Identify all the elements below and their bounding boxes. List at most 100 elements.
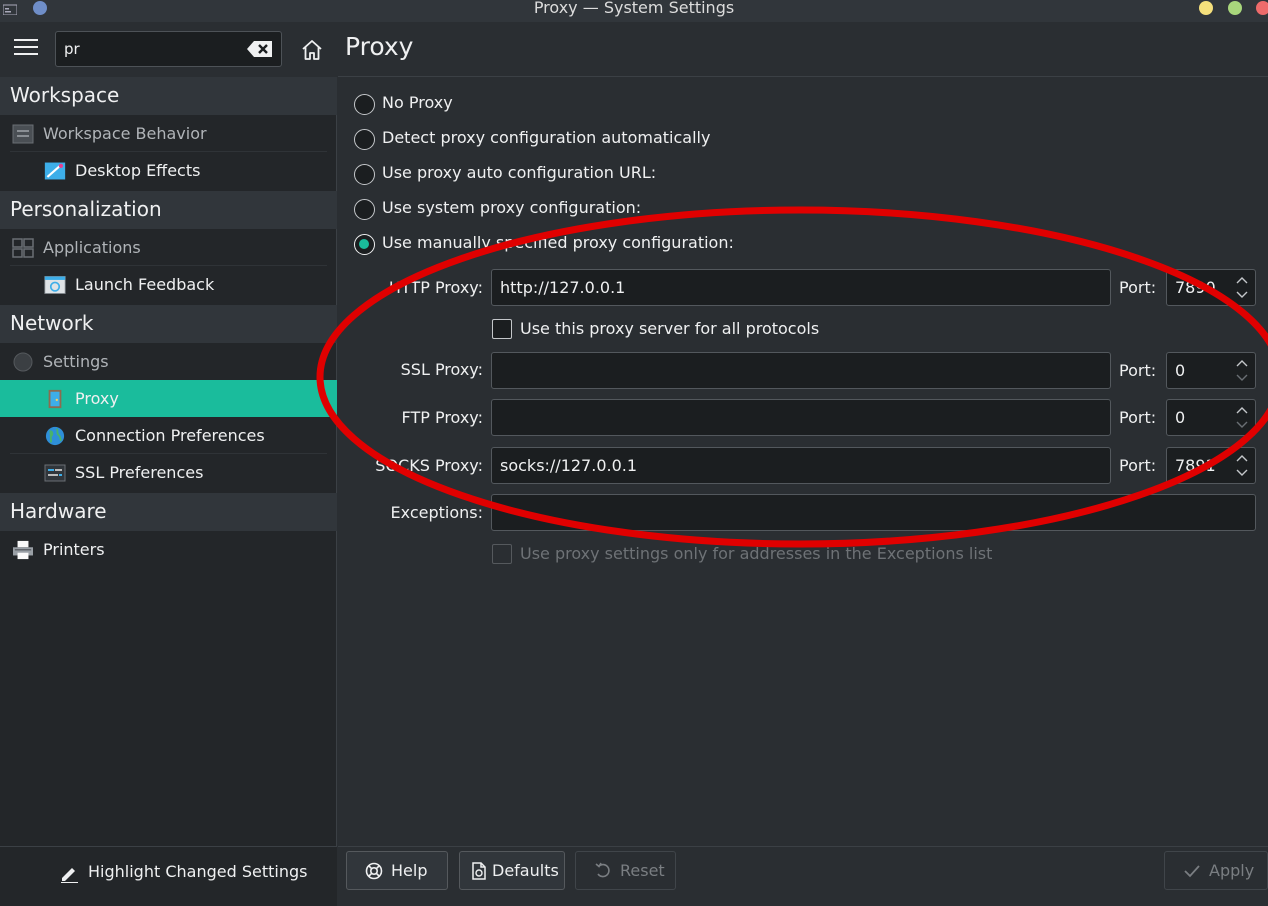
ftp-proxy-label: FTP Proxy: [401, 408, 483, 427]
defaults-button[interactable]: Defaults [459, 851, 565, 890]
socks-proxy-label: SOCKS Proxy: [375, 456, 483, 475]
search-input[interactable] [64, 38, 244, 60]
spin-up-icon[interactable] [1235, 275, 1249, 285]
minimize-button[interactable] [1199, 1, 1213, 15]
help-icon [365, 862, 383, 880]
category-personalization: Personalization [0, 191, 337, 229]
http-proxy-input[interactable] [491, 269, 1111, 306]
sidebar-item-label: Settings [43, 352, 109, 371]
sidebar-item-ssl-preferences[interactable]: SSL Preferences [0, 454, 337, 491]
reset-label: Reset [620, 861, 665, 880]
defaults-label: Defaults [492, 861, 559, 880]
sidebar-item-launch-feedback[interactable]: Launch Feedback [0, 266, 337, 303]
http-proxy-label: HTTP Proxy: [388, 278, 483, 297]
socks-proxy-input[interactable] [491, 447, 1111, 484]
radio-label: Use system proxy configuration: [382, 198, 642, 217]
help-label: Help [391, 861, 428, 880]
socks-port-label: Port: [1119, 456, 1157, 475]
ftp-port-spinbox[interactable] [1166, 399, 1256, 436]
exceptions-input[interactable] [491, 494, 1256, 531]
hamburger-menu-icon[interactable] [14, 39, 38, 59]
sidebar-item-label: Printers [43, 540, 105, 559]
sidebar-item-connection-preferences[interactable]: Connection Preferences [0, 417, 337, 454]
spin-down-icon[interactable] [1235, 373, 1249, 383]
all-protocols-checkbox[interactable] [492, 319, 512, 339]
title-bar: Proxy — System Settings [0, 0, 1268, 22]
sidebar-item-label: Proxy [75, 389, 119, 408]
spin-up-icon[interactable] [1235, 358, 1249, 368]
defaults-icon [472, 862, 486, 880]
globe-icon [45, 426, 65, 446]
sidebar-item-label: Desktop Effects [75, 161, 201, 180]
spin-down-icon[interactable] [1235, 290, 1249, 300]
http-port-label: Port: [1119, 278, 1157, 297]
page-title: Proxy [345, 32, 414, 61]
exceptions-only-checkbox [492, 544, 512, 564]
http-port-input[interactable] [1175, 277, 1225, 297]
ssl-port-input[interactable] [1175, 360, 1225, 380]
radio-button[interactable] [354, 199, 375, 220]
exceptions-label: Exceptions: [390, 503, 483, 522]
category-network: Network [0, 305, 337, 343]
maximize-button[interactable] [1228, 1, 1242, 15]
applications-icon [12, 238, 34, 258]
spin-down-icon[interactable] [1235, 420, 1249, 430]
sidebar-item-desktop-effects[interactable]: Desktop Effects [0, 152, 337, 189]
ssl-proxy-label: SSL Proxy: [400, 360, 483, 379]
sidebar-toolbar [0, 22, 337, 77]
desktop-effects-icon [44, 162, 66, 180]
network-settings-icon [13, 352, 33, 372]
checkbox-label: Use proxy settings only for addresses in… [520, 544, 993, 563]
close-button[interactable] [1256, 1, 1268, 15]
launch-feedback-icon [44, 276, 66, 294]
reset-icon [595, 862, 610, 878]
sidebar-item-network-settings[interactable]: Settings [0, 343, 337, 380]
sidebar-item-label: SSL Preferences [75, 463, 204, 482]
spin-up-icon[interactable] [1235, 405, 1249, 415]
radio-button[interactable] [354, 164, 375, 185]
spin-up-icon[interactable] [1235, 453, 1249, 463]
printer-icon [13, 540, 33, 560]
ssl-port-label: Port: [1119, 361, 1157, 380]
ftp-port-input[interactable] [1175, 407, 1225, 427]
button-bar: Help Defaults Reset Apply [338, 846, 1268, 906]
sidebar-item-label: Applications [43, 238, 141, 257]
sidebar-item-applications[interactable]: Applications [0, 229, 337, 266]
highlight-changed-settings-button[interactable]: Highlight Changed Settings [0, 846, 337, 906]
ssl-proxy-input[interactable] [491, 352, 1111, 389]
sidebar-item-label: Workspace Behavior [43, 124, 207, 143]
search-field[interactable] [55, 31, 282, 67]
proxy-icon [48, 389, 62, 409]
socks-port-spinbox[interactable] [1166, 447, 1256, 484]
workspace-behavior-icon [12, 124, 34, 144]
radio-button-checked[interactable] [354, 234, 375, 255]
ssl-port-spinbox[interactable] [1166, 352, 1256, 389]
main-panel: Proxy No Proxy Detect proxy configuratio… [338, 22, 1268, 906]
window-title: Proxy — System Settings [533, 0, 735, 17]
socks-port-input[interactable] [1175, 455, 1225, 475]
radio-label: Use proxy auto configuration URL: [382, 163, 657, 182]
page-header: Proxy [338, 22, 1268, 77]
sidebar-item-label: Launch Feedback [75, 275, 215, 294]
help-button[interactable]: Help [346, 851, 448, 890]
clear-search-icon[interactable] [247, 40, 273, 58]
radio-label: No Proxy [382, 93, 453, 112]
radio-button[interactable] [354, 94, 375, 115]
ftp-proxy-input[interactable] [491, 399, 1111, 436]
category-workspace: Workspace [0, 77, 337, 115]
sidebar-item-workspace-behavior[interactable]: Workspace Behavior [0, 115, 337, 152]
radio-button[interactable] [354, 129, 375, 150]
sidebar-item-proxy[interactable]: Proxy [0, 380, 337, 417]
apply-button[interactable]: Apply [1164, 851, 1268, 890]
radio-label: Use manually specified proxy configurati… [382, 233, 734, 252]
highlight-changed-settings-label: Highlight Changed Settings [88, 862, 308, 881]
http-port-spinbox[interactable] [1166, 269, 1256, 306]
sidebar-item-label: Connection Preferences [75, 426, 265, 445]
reset-button[interactable]: Reset [575, 851, 676, 890]
sidebar-item-printers[interactable]: Printers [0, 531, 337, 568]
ssl-preferences-icon [44, 464, 66, 482]
home-icon[interactable] [300, 38, 324, 62]
checkmark-icon [1184, 865, 1200, 878]
checkbox-label: Use this proxy server for all protocols [520, 319, 820, 338]
spin-down-icon[interactable] [1235, 468, 1249, 478]
